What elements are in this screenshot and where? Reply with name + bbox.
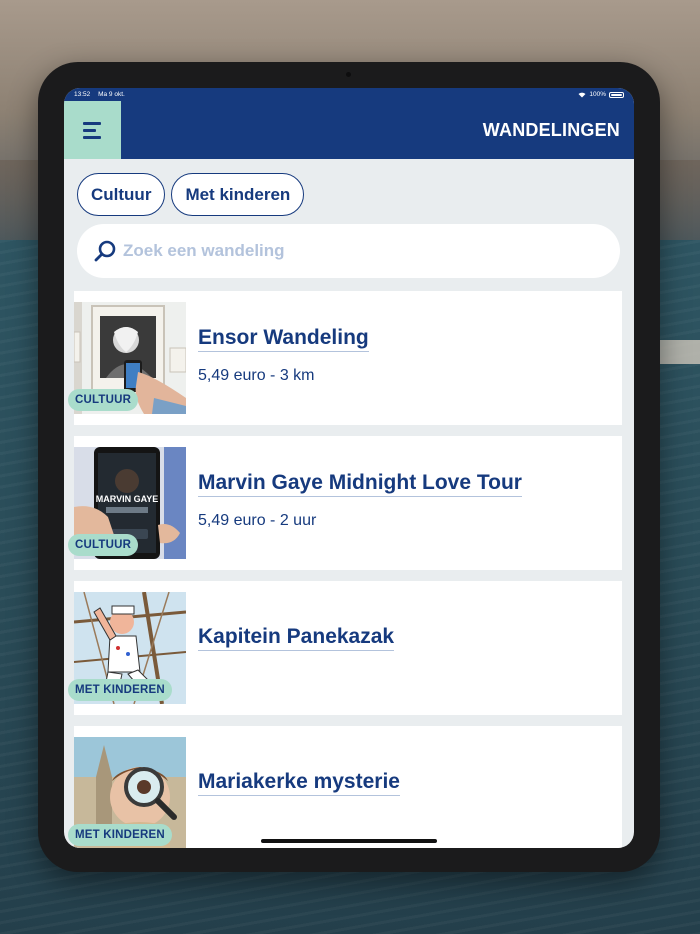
home-indicator[interactable] xyxy=(261,839,437,843)
album-title-image-text: MARVIN GAYE xyxy=(96,494,159,504)
status-time: 13:52 xyxy=(74,91,91,98)
menu-button[interactable] xyxy=(64,101,121,159)
walk-title[interactable]: Ensor Wandeling xyxy=(198,326,369,352)
category-tag: MET KINDEREN xyxy=(68,824,172,846)
walk-card[interactable]: CULTUUR Ensor Wandeling 5,49 euro - 3 km xyxy=(68,291,622,425)
hamburger-menu-icon xyxy=(82,122,103,139)
search-bar[interactable] xyxy=(77,224,620,278)
walk-title[interactable]: Mariakerke mysterie xyxy=(198,770,400,796)
category-tag: MET KINDEREN xyxy=(68,679,172,701)
wifi-icon xyxy=(578,92,586,97)
walk-card[interactable]: MET KINDEREN Mariakerke mysterie xyxy=(68,726,622,848)
walk-card[interactable]: MET KINDEREN Kapitein Panekazak xyxy=(68,581,622,715)
search-input[interactable] xyxy=(123,241,583,261)
category-tag: CULTUUR xyxy=(68,534,139,556)
page-title: WANDELINGEN xyxy=(482,119,620,140)
walk-details: 5,49 euro - 2 uur xyxy=(198,512,317,529)
walk-title[interactable]: Kapitein Panekazak xyxy=(198,625,395,651)
status-date: Ma 9 okt. xyxy=(98,91,125,98)
tablet-camera xyxy=(346,72,351,77)
battery-icon xyxy=(609,91,624,98)
walk-title[interactable]: Marvin Gaye Midnight Love Tour xyxy=(198,471,522,497)
category-tag: CULTUUR xyxy=(68,389,139,411)
search-icon xyxy=(94,240,116,262)
app-screen: 13:52 Ma 9 okt. 100% WANDELINGEN Cultuur… xyxy=(64,88,634,848)
filter-chips: Cultuur Met kinderen xyxy=(77,173,305,216)
walk-details: 5,49 euro - 3 km xyxy=(198,367,315,384)
background-pier xyxy=(660,340,700,364)
status-bar: 13:52 Ma 9 okt. 100% xyxy=(64,88,634,101)
app-header: WANDELINGEN xyxy=(64,101,634,159)
battery-percent: 100% xyxy=(589,91,606,98)
walk-card[interactable]: MARVIN GAYE CULTUUR Marvin Gaye Midnight… xyxy=(68,436,622,570)
filter-chip-cultuur[interactable]: Cultuur xyxy=(77,173,166,216)
filter-chip-met-kinderen[interactable]: Met kinderen xyxy=(171,173,305,216)
